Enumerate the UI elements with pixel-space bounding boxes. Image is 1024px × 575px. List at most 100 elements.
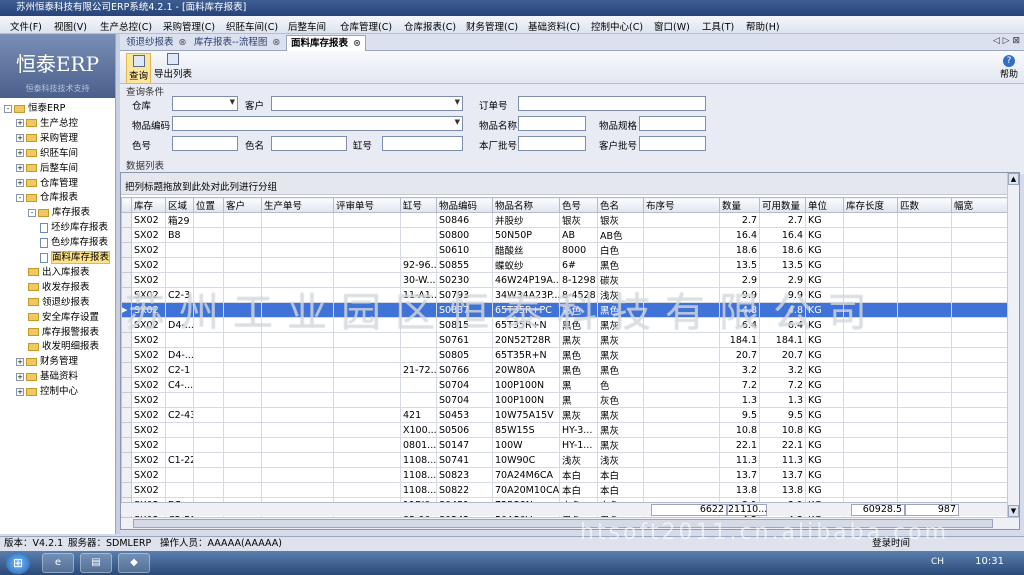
tab-2[interactable]: 面料库存报表 ⊗ <box>286 35 366 51</box>
horizontal-scroll-thumb[interactable] <box>133 519 993 528</box>
row-indicator[interactable] <box>121 362 132 378</box>
menu-item-5[interactable]: 后整车间 <box>288 19 326 33</box>
vat-no-field[interactable] <box>382 136 463 151</box>
tree-item-11[interactable]: 出入库报表 <box>28 266 90 280</box>
table-row[interactable]: SX02 C1-22 1108... S0741 10W90C 浅灰 浅灰 11.3 11.3 K… <box>121 452 1010 468</box>
table-row[interactable]: SX02 C4-... S0704 100P100N 黑色 7.2 7.2 KG <box>121 377 1010 393</box>
expand-icon[interactable]: + <box>16 179 24 187</box>
menu-item-0[interactable]: 文件(F) <box>10 19 42 33</box>
menu-item-12[interactable]: 工具(T) <box>702 19 734 33</box>
row-indicator[interactable]: ▶ <box>121 302 132 318</box>
expand-icon[interactable]: + <box>16 149 24 158</box>
table-row[interactable]: SX02 C2-43 421 S0453 10W75A15V 黑灰 黑灰 9.5 9.5 KG <box>121 407 1010 423</box>
menu-item-11[interactable]: 窗口(W) <box>654 19 690 33</box>
row-indicator[interactable] <box>121 377 132 393</box>
close-tab-icon[interactable]: ⊗ <box>272 37 280 48</box>
column-header[interactable]: 位置 <box>193 197 224 213</box>
table-row[interactable]: SX02 D4-... S0815 65T35R+N 黑色 黑灰 6.4 6.4 KG <box>121 317 1010 333</box>
item-name-field[interactable] <box>518 116 586 131</box>
row-indicator[interactable] <box>121 257 132 273</box>
column-header[interactable]: 客户 <box>223 197 262 213</box>
tree-item-10[interactable]: 面料库存报表 <box>40 251 111 265</box>
row-indicator[interactable] <box>121 317 132 333</box>
column-header[interactable]: 数量 <box>719 197 760 213</box>
column-header[interactable]: 评审单号 <box>333 197 401 213</box>
table-row[interactable]: SX02 箱29 S0846 并股纱 银灰 银灰 2.7 2.7 KG <box>121 212 1010 228</box>
table-row[interactable]: SX02 S0610 醋酸丝 8000 白色 18.6 18.6 KG <box>121 242 1010 258</box>
color-no-field[interactable] <box>172 136 238 151</box>
tree-item-1[interactable]: + 生产总控 <box>16 117 78 131</box>
table-row[interactable]: SX02 S0704 100P100N 黑灰色 1.3 1.3 KG <box>121 392 1010 408</box>
expand-icon[interactable]: - <box>4 104 12 113</box>
column-header[interactable]: 缸号 <box>400 197 437 213</box>
table-row[interactable]: SX02 1108... S0822 70A20M10CA 本白 本白 13.8 13.8 KG <box>121 482 1010 498</box>
table-row[interactable]: SX02 0801... S0147 100W HY-1... 黑灰 22.1 22.1 KG <box>121 437 1010 453</box>
app-icon[interactable]: ◆ <box>118 553 150 573</box>
tree-item-5[interactable]: + 仓库管理 <box>16 177 78 191</box>
column-header[interactable]: 单位 <box>805 197 844 213</box>
tree-item-4[interactable]: + 后整车间 <box>16 162 78 176</box>
column-header[interactable]: 幅宽 <box>951 197 1010 213</box>
table-row[interactable]: SX02 C2-1 21-72... S0766 20W80A 黑色 黑色 3.2 3.2 KG <box>121 362 1010 378</box>
tree-item-13[interactable]: 领退纱报表 <box>28 296 90 310</box>
item-code-select[interactable] <box>172 116 463 131</box>
column-header[interactable]: 布序号 <box>643 197 720 213</box>
expand-icon[interactable]: + <box>16 372 24 381</box>
tab-1[interactable]: 库存报表--流程图 ⊗ <box>190 35 284 51</box>
menu-item-9[interactable]: 基础资料(C) <box>528 19 580 33</box>
row-indicator[interactable] <box>121 332 132 348</box>
clock[interactable]: 10:31 <box>975 556 1004 567</box>
column-header[interactable]: 匹数 <box>897 197 952 213</box>
row-indicator[interactable] <box>121 437 132 453</box>
table-row[interactable]: SX02 D4-... S0805 65T35R+N 黑色 黑灰 20.7 20.7 KG <box>121 347 1010 363</box>
tree-item-0[interactable]: - 恒泰ERP <box>4 102 65 116</box>
tree-item-18[interactable]: + 基础资料 <box>16 370 78 384</box>
customer-batch-field[interactable] <box>639 136 706 151</box>
help-button[interactable]: ? 帮助 <box>1000 55 1018 80</box>
tree-item-12[interactable]: 收发存报表 <box>28 281 90 295</box>
close-tab-icon[interactable]: ⊗ <box>179 37 187 48</box>
scroll-down-icon[interactable]: ▼ <box>1008 505 1019 517</box>
row-indicator[interactable] <box>121 272 132 288</box>
column-header[interactable]: 物品名称 <box>492 197 560 213</box>
table-row[interactable]: SX02 1108... S0823 70A24M6CA 本白 本白 13.7 13.7 KG <box>121 467 1010 483</box>
table-row[interactable]: SX02 C2-3 11-A1... S0793 34W34A23P... 8-4528 浅… <box>121 287 1010 303</box>
menu-item-2[interactable]: 生产总控(C) <box>100 19 152 33</box>
scroll-up-icon[interactable]: ▲ <box>1008 173 1019 185</box>
row-indicator[interactable] <box>121 467 132 483</box>
menu-item-10[interactable]: 控制中心(C) <box>591 19 643 33</box>
table-row[interactable]: SX02 92-96... S0855 蝶蚁纱 6# 黑色 13.5 13.5 KG <box>121 257 1010 273</box>
row-indicator[interactable] <box>121 482 132 498</box>
expand-icon[interactable]: + <box>16 164 24 173</box>
column-header[interactable]: 色名 <box>597 197 644 213</box>
row-indicator[interactable] <box>121 227 132 243</box>
column-header[interactable]: 库存长度 <box>843 197 898 213</box>
row-indicator[interactable] <box>121 287 132 303</box>
row-indicator[interactable] <box>121 392 132 408</box>
column-header[interactable]: 库存 <box>131 197 166 213</box>
tree-item-15[interactable]: 库存报警报表 <box>28 326 99 340</box>
color-name-field[interactable] <box>271 136 347 151</box>
row-indicator[interactable] <box>121 347 132 363</box>
column-header[interactable]: 区域 <box>165 197 194 213</box>
tree-item-17[interactable]: + 财务管理 <box>16 355 78 369</box>
column-header[interactable]: 色号 <box>559 197 598 213</box>
menu-item-8[interactable]: 财务管理(C) <box>466 19 518 33</box>
expand-icon[interactable]: + <box>16 357 24 366</box>
horizontal-scrollbar[interactable] <box>121 517 1019 529</box>
row-indicator[interactable] <box>121 407 132 423</box>
table-row[interactable]: ▶ SX02 S0837 65T35R+PC 彩色 黑色 4.8 4.8 KG <box>121 302 1010 318</box>
tree-item-16[interactable]: 收发明细报表 <box>28 340 99 354</box>
tab-nav-icons[interactable]: ◁ ▷ ⊠ <box>993 36 1020 46</box>
start-button[interactable]: ⊞ <box>6 552 30 574</box>
ie-icon[interactable]: e <box>42 553 74 573</box>
folder-icon[interactable]: ▤ <box>80 553 112 573</box>
vertical-scrollbar[interactable]: ▲ ▼ <box>1007 173 1019 517</box>
menu-item-3[interactable]: 采购管理(C) <box>163 19 215 33</box>
column-header[interactable]: 物品编码 <box>436 197 493 213</box>
tree-item-7[interactable]: - 库存报表 <box>28 206 90 220</box>
item-spec-field[interactable] <box>639 116 706 131</box>
tree-item-9[interactable]: 色纱库存报表 <box>40 236 108 250</box>
group-by-panel[interactable]: 把列标题拖放到此处对此列进行分组 <box>121 173 1009 195</box>
customer-select[interactable] <box>271 96 463 111</box>
